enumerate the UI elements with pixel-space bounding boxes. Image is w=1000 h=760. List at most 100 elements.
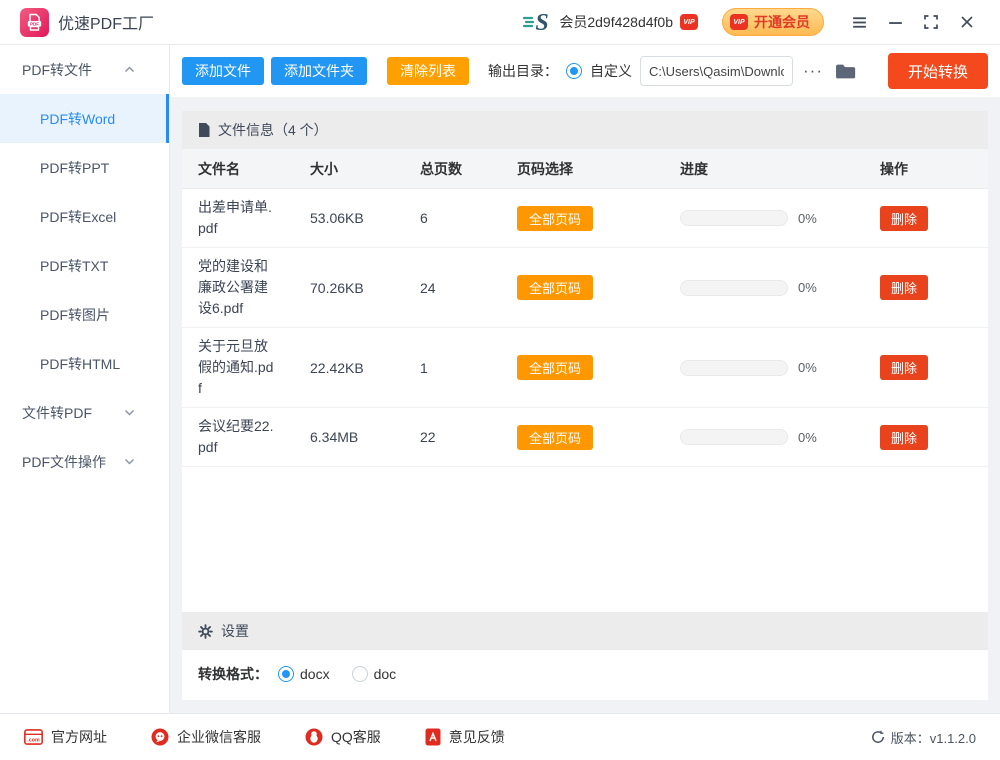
col-action: 操作 [880, 159, 972, 179]
settings-row: 转换格式： docx doc [182, 650, 988, 700]
document-icon [198, 123, 210, 137]
file-pages: 1 [420, 360, 517, 376]
col-pages: 总页数 [420, 159, 517, 179]
sidebar-item-pdf-to-image[interactable]: PDF转图片 [0, 290, 169, 339]
chevron-down-icon [124, 458, 135, 465]
menu-icon[interactable] [844, 7, 874, 37]
sidebar-group-label: 文件转PDF [22, 403, 92, 423]
progress-percent: 0% [798, 360, 817, 375]
browse-more-button[interactable]: ··· [801, 61, 825, 81]
qq-icon [305, 728, 323, 746]
page-select-button[interactable]: 全部页码 [517, 355, 593, 380]
add-file-button[interactable]: 添加文件 [182, 57, 264, 85]
member-id: 会员2d9f428d4f0b [559, 12, 673, 32]
version-label: 版本：v1.1.2.0 [891, 728, 976, 747]
table-row: 出差申请单.pdf 53.06KB 6 全部页码 0% 删除 [182, 189, 988, 248]
file-panel-header: 文件信息（4 个） [182, 111, 988, 149]
sidebar-item-label: PDF转TXT [40, 256, 108, 276]
progress-cell: 0% [680, 429, 880, 445]
output-dir-group: 输出目录： 自定义 ··· 开始转换 [488, 53, 988, 89]
sidebar-item-pdf-to-txt[interactable]: PDF转TXT [0, 241, 169, 290]
file-pages: 22 [420, 429, 517, 445]
add-folder-button[interactable]: 添加文件夹 [271, 57, 367, 85]
doc-label: doc [374, 666, 397, 682]
wechat-support-label: 企业微信客服 [177, 727, 261, 747]
open-folder-icon[interactable] [833, 63, 858, 80]
refresh-icon[interactable] [871, 730, 885, 744]
custom-dir-radio[interactable] [566, 63, 582, 79]
delete-button[interactable]: 删除 [880, 425, 928, 450]
sidebar-item-pdf-to-word[interactable]: PDF转Word [0, 94, 169, 143]
open-vip-button[interactable]: VIP 开通会员 [722, 8, 824, 36]
settings-header: 设置 [182, 612, 988, 650]
file-name: 出差申请单.pdf [198, 197, 276, 239]
page-select-button[interactable]: 全部页码 [517, 275, 593, 300]
page-select-button[interactable]: 全部页码 [517, 206, 593, 231]
qq-support-link[interactable]: QQ客服 [305, 727, 381, 747]
output-dir-label: 输出目录： [488, 61, 558, 81]
sidebar-group-label: PDF文件操作 [22, 452, 106, 472]
maximize-icon[interactable] [916, 7, 946, 37]
official-site-link[interactable]: .com 官方网址 [24, 727, 107, 747]
progress-cell: 0% [680, 360, 880, 376]
gear-icon [198, 624, 213, 639]
member-info[interactable]: S 会员2d9f428d4f0b VIP [522, 9, 698, 35]
file-panel-title: 文件信息（4 个） [218, 120, 328, 140]
body: PDF转文件 PDF转Word PDF转PPT PDF转Excel PDF转TX… [0, 45, 1000, 713]
official-site-label: 官方网址 [51, 727, 107, 747]
sidebar-item-pdf-to-html[interactable]: PDF转HTML [0, 339, 169, 388]
sidebar-item-pdf-to-excel[interactable]: PDF转Excel [0, 192, 169, 241]
settings-title: 设置 [221, 621, 249, 641]
col-filename: 文件名 [198, 159, 310, 179]
close-icon[interactable] [952, 7, 982, 37]
svg-text:.com: .com [27, 738, 40, 744]
file-name: 会议纪要22.pdf [198, 416, 276, 458]
col-progress: 进度 [680, 159, 880, 179]
file-name: 党的建设和廉政公署建设6.pdf [198, 256, 276, 319]
feedback-icon [425, 728, 441, 746]
start-convert-button[interactable]: 开始转换 [888, 53, 988, 89]
delete-button[interactable]: 删除 [880, 355, 928, 380]
footer: .com 官方网址 企业微信客服 [0, 713, 1000, 760]
app-title: 优速PDF工厂 [58, 10, 154, 34]
wechat-icon [151, 728, 169, 746]
sidebar-group-file-to-pdf[interactable]: 文件转PDF [0, 388, 169, 437]
avatar: S [522, 9, 552, 35]
col-size: 大小 [310, 159, 420, 179]
file-pages: 24 [420, 280, 517, 296]
file-size: 53.06KB [310, 210, 420, 226]
open-vip-label: 开通会员 [754, 12, 810, 32]
format-option-doc[interactable]: doc [352, 666, 397, 682]
table-header: 文件名 大小 总页数 页码选择 进度 操作 [182, 149, 988, 189]
svg-text:S: S [536, 10, 549, 35]
main-area: 添加文件 添加文件夹 清除列表 输出目录： 自定义 ··· 开始转换 [170, 45, 1000, 713]
minimize-icon[interactable] [880, 7, 910, 37]
doc-radio[interactable] [352, 666, 368, 682]
app-window: PDF 优速PDF工厂 S 会员2d9f428d4f0b VIP [0, 0, 1000, 760]
version-info: 版本：v1.1.2.0 [871, 728, 976, 747]
delete-button[interactable]: 删除 [880, 275, 928, 300]
qq-support-label: QQ客服 [331, 727, 381, 747]
docx-radio[interactable] [278, 666, 294, 682]
docx-label: docx [300, 666, 330, 682]
format-option-docx[interactable]: docx [278, 666, 330, 682]
feedback-link[interactable]: 意见反馈 [425, 727, 505, 747]
app-logo-icon: PDF [20, 8, 49, 37]
file-size: 70.26KB [310, 280, 420, 296]
file-panel: 文件信息（4 个） 文件名 大小 总页数 页码选择 进度 操作 出差申请单.pd… [182, 111, 988, 700]
page-select-button[interactable]: 全部页码 [517, 425, 593, 450]
sidebar-item-label: PDF转PPT [40, 158, 109, 178]
sidebar-item-pdf-to-ppt[interactable]: PDF转PPT [0, 143, 169, 192]
delete-button[interactable]: 删除 [880, 206, 928, 231]
sidebar-item-label: PDF转Excel [40, 207, 116, 227]
sidebar-group-pdf-to-file[interactable]: PDF转文件 [0, 45, 169, 94]
feedback-label: 意见反馈 [449, 727, 505, 747]
output-path-input[interactable] [640, 56, 793, 86]
vip-badge-icon: VIP [730, 14, 748, 30]
wechat-support-link[interactable]: 企业微信客服 [151, 727, 261, 747]
progress-cell: 0% [680, 280, 880, 296]
clear-list-button[interactable]: 清除列表 [387, 57, 469, 85]
website-icon: .com [24, 729, 43, 745]
table-row: 关于元旦放假的通知.pdf 22.42KB 1 全部页码 0% 删除 [182, 328, 988, 408]
sidebar-group-pdf-operations[interactable]: PDF文件操作 [0, 437, 169, 486]
